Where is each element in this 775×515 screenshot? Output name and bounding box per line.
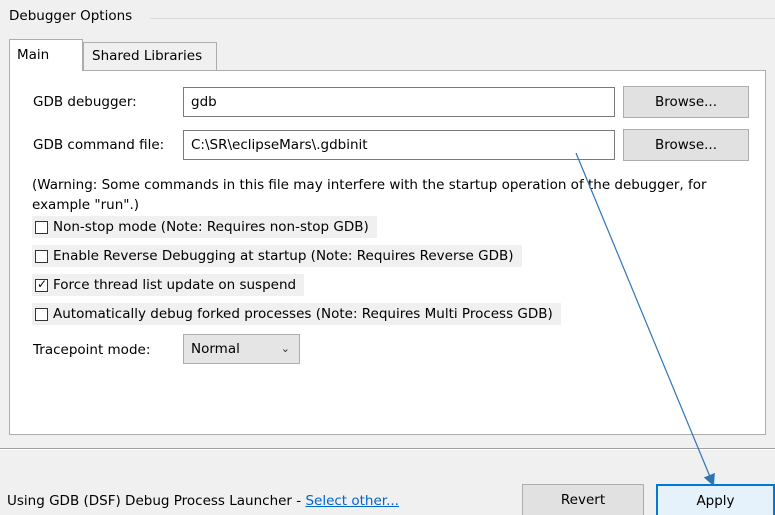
- option-force-thread-list-update[interactable]: ✓ Force thread list update on suspend: [32, 274, 305, 296]
- select-other-link[interactable]: Select other...: [305, 493, 399, 509]
- checkbox-unchecked[interactable]: [35, 220, 48, 234]
- gdb-debugger-label: GDB debugger:: [33, 94, 137, 110]
- group-title: Debugger Options: [9, 8, 133, 24]
- tracepoint-mode-select[interactable]: Normal ⌄: [183, 334, 300, 364]
- group-divider: [150, 18, 775, 19]
- apply-button[interactable]: Apply: [656, 484, 775, 515]
- option-debug-forked-processes[interactable]: Automatically debug forked processes (No…: [32, 303, 561, 325]
- gdb-command-file-browse-button[interactable]: Browse...: [623, 129, 749, 161]
- option-non-stop-mode[interactable]: Non-stop mode (Note: Requires non-stop G…: [32, 216, 377, 238]
- gdb-command-file-label: GDB command file:: [33, 137, 165, 153]
- gdb-debugger-browse-button[interactable]: Browse...: [623, 86, 749, 118]
- chevron-down-icon: ⌄: [280, 342, 290, 355]
- tracepoint-mode-label: Tracepoint mode:: [33, 342, 151, 358]
- checkbox-checked[interactable]: ✓: [35, 276, 48, 292]
- tracepoint-mode-value: Normal: [191, 341, 240, 357]
- warning-text: (Warning: Some commands in this file may…: [32, 177, 707, 213]
- checkmark-icon: ✓: [37, 276, 48, 291]
- gdb-command-file-input[interactable]: C:\SR\eclipseMars\.gdbinit: [183, 130, 615, 160]
- option-reverse-debugging[interactable]: Enable Reverse Debugging at startup (Not…: [32, 245, 522, 267]
- tab-shared-libraries[interactable]: Shared Libraries: [83, 42, 217, 70]
- option-label: Force thread list update on suspend: [53, 277, 297, 293]
- tab-main[interactable]: Main: [9, 39, 83, 71]
- checkbox-unchecked[interactable]: [35, 307, 48, 321]
- launcher-info: Using GDB (DSF) Debug Process Launcher -…: [7, 493, 399, 509]
- revert-button[interactable]: Revert: [522, 484, 644, 515]
- option-label: Automatically debug forked processes (No…: [53, 306, 553, 322]
- launcher-text: Using GDB (DSF) Debug Process Launcher -: [7, 493, 306, 509]
- gdb-debugger-input[interactable]: gdb: [183, 87, 615, 117]
- option-label: Enable Reverse Debugging at startup (Not…: [53, 248, 514, 264]
- footer-separator-highlight: [0, 449, 775, 450]
- option-label: Non-stop mode (Note: Requires non-stop G…: [53, 219, 369, 235]
- checkbox-unchecked[interactable]: [35, 249, 48, 263]
